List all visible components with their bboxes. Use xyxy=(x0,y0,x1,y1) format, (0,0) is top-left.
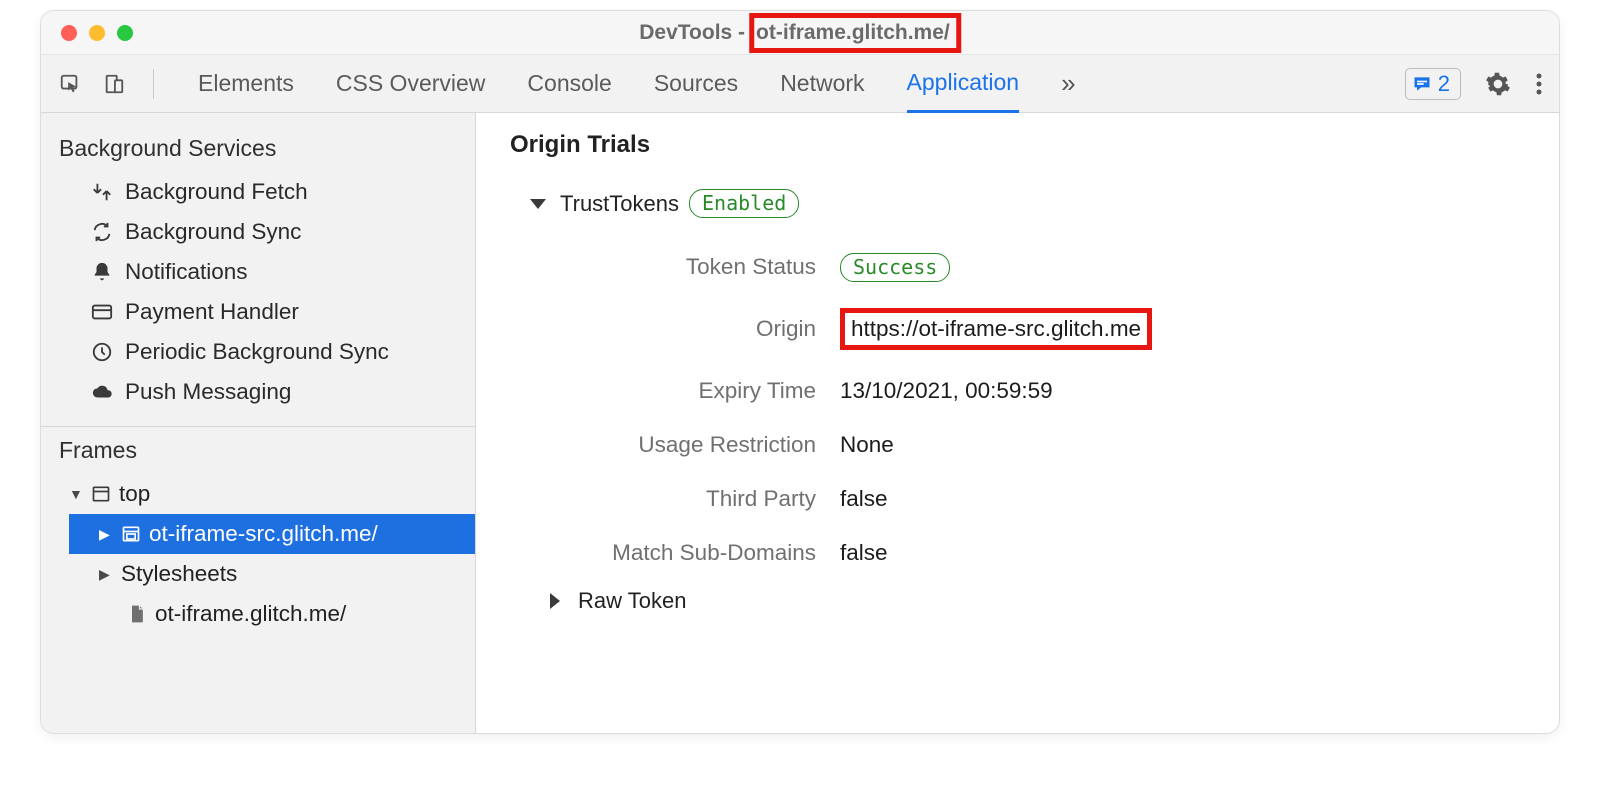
fetch-icon xyxy=(91,181,113,203)
frame-iframe-selected[interactable]: ▶ ot-iframe-src.glitch.me/ xyxy=(69,514,475,554)
cloud-icon xyxy=(91,381,113,403)
label-origin: Origin xyxy=(540,316,840,342)
sidebar-item-push-messaging[interactable]: Push Messaging xyxy=(41,372,475,412)
card-icon xyxy=(91,301,113,323)
tab-css-overview[interactable]: CSS Overview xyxy=(336,55,486,113)
close-window-button[interactable] xyxy=(61,25,77,41)
row-origin: Origin https://ot-iframe-src.glitch.me xyxy=(540,294,1535,364)
disclosure-triangle-down-icon[interactable]: ▼ xyxy=(69,486,83,502)
frame-top-label: top xyxy=(119,481,150,507)
kebab-menu-icon[interactable] xyxy=(1535,72,1543,96)
row-token-status: Token Status Success xyxy=(540,240,1535,294)
panel-heading: Origin Trials xyxy=(510,131,1535,159)
minimize-window-button[interactable] xyxy=(89,25,105,41)
disclosure-triangle-down-icon[interactable] xyxy=(530,199,546,209)
value-expiry: 13/10/2021, 00:59:59 xyxy=(840,378,1053,404)
frame-stylesheets-label: Stylesheets xyxy=(121,561,237,587)
raw-token-label: Raw Token xyxy=(578,588,686,614)
maximize-window-button[interactable] xyxy=(117,25,133,41)
tab-network[interactable]: Network xyxy=(780,55,864,113)
window-title: DevTools - ot-iframe.glitch.me/ xyxy=(639,13,961,53)
token-details: Token Status Success Origin https://ot-i… xyxy=(500,240,1535,580)
sidebar-group-frames: Frames xyxy=(41,437,475,474)
sidebar-group-bg-services: Background Services xyxy=(41,127,475,172)
frame-iframe-icon xyxy=(121,524,141,544)
tab-console[interactable]: Console xyxy=(527,55,611,113)
label-third-party: Third Party xyxy=(540,486,840,512)
title-url-highlight: ot-iframe.glitch.me/ xyxy=(749,13,961,53)
label-token-status: Token Status xyxy=(540,254,840,280)
frame-stylesheets[interactable]: ▶ Stylesheets xyxy=(69,554,475,594)
row-third-party: Third Party false xyxy=(540,472,1535,526)
disclosure-triangle-right-icon[interactable]: ▶ xyxy=(99,526,113,543)
frame-window-icon xyxy=(91,484,111,504)
document-icon xyxy=(127,604,147,624)
row-expiry: Expiry Time 13/10/2021, 00:59:59 xyxy=(540,364,1535,418)
issues-count: 2 xyxy=(1438,71,1450,97)
titlebar: DevTools - ot-iframe.glitch.me/ xyxy=(41,11,1559,55)
clock-icon xyxy=(91,341,113,363)
issues-badge[interactable]: 2 xyxy=(1405,68,1461,100)
toolbar: Elements CSS Overview Console Sources Ne… xyxy=(41,55,1559,113)
tab-elements[interactable]: Elements xyxy=(198,55,294,113)
sidebar-item-label: Payment Handler xyxy=(125,299,299,325)
label-expiry: Expiry Time xyxy=(540,378,840,404)
value-token-status: Success xyxy=(840,254,950,280)
token-status-pill: Success xyxy=(840,253,950,282)
value-usage: None xyxy=(840,432,894,458)
frame-page-label: ot-iframe.glitch.me/ xyxy=(155,601,346,627)
trial-status-pill: Enabled xyxy=(689,189,799,218)
panel-body: Background Services Background Fetch Bac… xyxy=(41,113,1559,733)
row-usage-restriction: Usage Restriction None xyxy=(540,418,1535,472)
sidebar-item-bg-fetch[interactable]: Background Fetch xyxy=(41,172,475,212)
application-sidebar: Background Services Background Fetch Bac… xyxy=(41,113,476,733)
inspect-element-icon[interactable] xyxy=(59,73,81,95)
value-origin-highlight: https://ot-iframe-src.glitch.me xyxy=(840,308,1152,350)
sidebar-item-label: Notifications xyxy=(125,259,248,285)
device-toggle-icon[interactable] xyxy=(103,73,125,95)
raw-token-row[interactable]: Raw Token xyxy=(500,588,1535,614)
sidebar-item-label: Background Sync xyxy=(125,219,301,245)
trial-row[interactable]: TrustTokens Enabled xyxy=(500,189,1535,218)
origin-trials-panel: Origin Trials TrustTokens Enabled Token … xyxy=(476,113,1559,733)
tab-sources[interactable]: Sources xyxy=(654,55,738,113)
sync-icon xyxy=(91,221,113,243)
value-third-party: false xyxy=(840,486,888,512)
frame-page-entry[interactable]: ot-iframe.glitch.me/ xyxy=(69,594,475,634)
value-match-sub: false xyxy=(840,540,888,566)
disclosure-triangle-right-icon[interactable] xyxy=(550,593,568,609)
sidebar-divider xyxy=(41,426,475,427)
devtools-tabs: Elements CSS Overview Console Sources Ne… xyxy=(178,55,1405,113)
trial-name: TrustTokens xyxy=(560,191,679,217)
gear-icon[interactable] xyxy=(1485,71,1511,97)
title-prefix: DevTools - xyxy=(639,21,745,45)
frame-selected-label: ot-iframe-src.glitch.me/ xyxy=(149,521,378,547)
sidebar-item-label: Push Messaging xyxy=(125,379,291,405)
bell-icon xyxy=(91,261,113,283)
label-usage: Usage Restriction xyxy=(540,432,840,458)
sidebar-item-periodic-sync[interactable]: Periodic Background Sync xyxy=(41,332,475,372)
label-match-sub: Match Sub-Domains xyxy=(540,540,840,566)
frame-top[interactable]: ▼ top xyxy=(69,474,475,514)
disclosure-triangle-right-icon[interactable]: ▶ xyxy=(99,566,113,583)
tab-application[interactable]: Application xyxy=(907,55,1020,113)
sidebar-item-label: Background Fetch xyxy=(125,179,308,205)
toolbar-divider xyxy=(153,69,154,99)
sidebar-item-label: Periodic Background Sync xyxy=(125,339,389,365)
sidebar-item-payment-handler[interactable]: Payment Handler xyxy=(41,292,475,332)
traffic-lights xyxy=(41,25,133,41)
devtools-window: DevTools - ot-iframe.glitch.me/ Elements… xyxy=(40,10,1560,734)
row-match-subdomains: Match Sub-Domains false xyxy=(540,526,1535,580)
more-tabs-icon[interactable]: » xyxy=(1061,68,1075,99)
sidebar-item-notifications[interactable]: Notifications xyxy=(41,252,475,292)
message-icon xyxy=(1412,74,1432,94)
sidebar-item-bg-sync[interactable]: Background Sync xyxy=(41,212,475,252)
